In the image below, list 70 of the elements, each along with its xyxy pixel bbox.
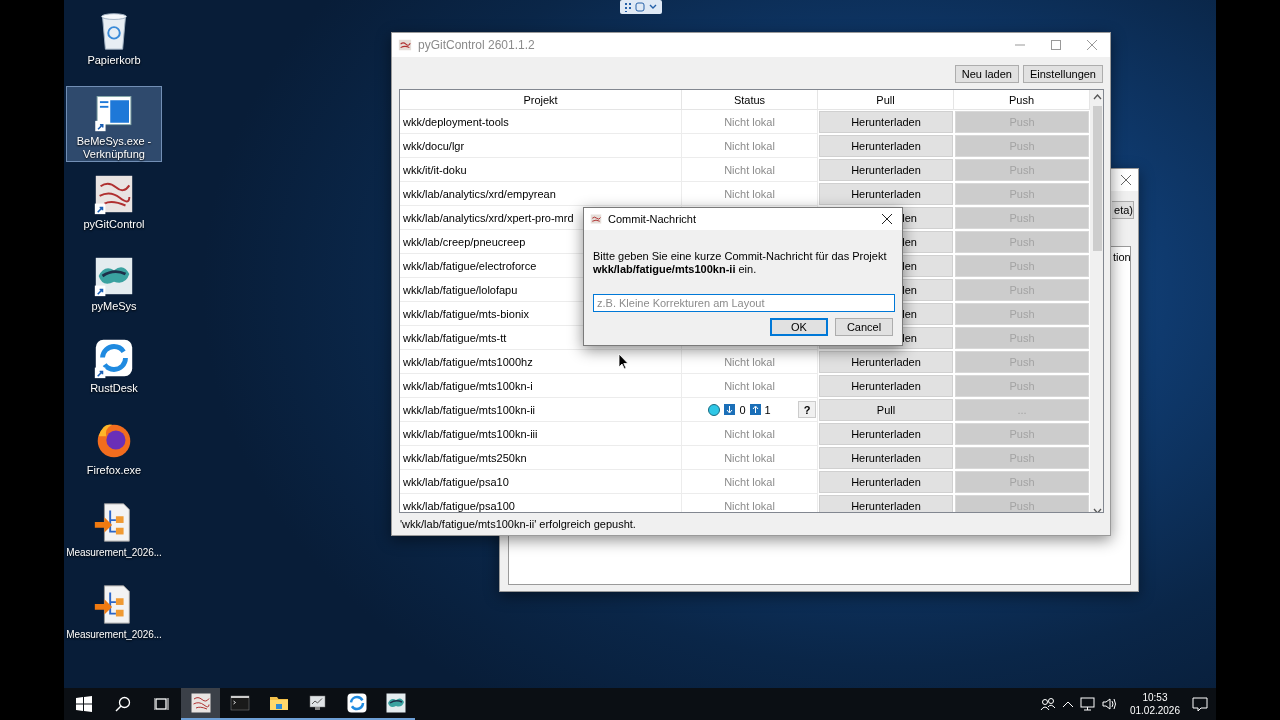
column-header[interactable]: Status xyxy=(682,90,818,110)
scrollbar-thumb[interactable] xyxy=(1093,106,1102,251)
project-name: wkk/lab/fatigue/mts100kn-ii xyxy=(400,398,682,422)
dialog-button[interactable]: OK xyxy=(770,318,828,336)
ring-app-icon[interactable] xyxy=(344,691,369,715)
download-button[interactable]: Herunterladen xyxy=(819,495,953,512)
column-header[interactable]: Projekt xyxy=(400,90,682,110)
upload-icon xyxy=(749,404,761,415)
download-button[interactable]: Herunterladen xyxy=(819,423,953,445)
dialog-button[interactable]: Cancel xyxy=(835,318,893,336)
app-icon xyxy=(590,213,602,225)
status-dot-icon xyxy=(708,403,721,416)
icon-label[interactable]: Papierkorb xyxy=(87,54,141,67)
project-name: wkk/docu/lgr xyxy=(400,134,682,158)
icon-label[interactable]: Firefox.exe xyxy=(86,464,142,477)
toolbar-button[interactable]: Einstellungen xyxy=(1022,65,1103,83)
icon-label[interactable]: Measurement_2026... xyxy=(66,546,162,559)
partial-button[interactable]: eta) xyxy=(1112,201,1134,219)
help-button[interactable]: ? xyxy=(798,401,816,418)
icon-label[interactable]: pyMeSys xyxy=(91,300,137,313)
download-button[interactable]: Herunterladen xyxy=(819,159,953,181)
commit-message-field[interactable]: z.B. Kleine Korrekturen am Layout xyxy=(593,294,895,312)
project-name: wkk/lab/fatigue/mts100kn-iii xyxy=(400,422,682,446)
project-name: wkk/lab/analytics/xrd/empyrean xyxy=(400,182,682,206)
icon-label[interactable]: RustDesk xyxy=(90,382,138,395)
network-icon[interactable] xyxy=(1079,697,1096,711)
chevron-up-icon[interactable] xyxy=(1061,699,1074,709)
project-name: wkk/it/it-doku xyxy=(400,158,682,182)
project-name: wkk/lab/fatigue/psa100 xyxy=(400,494,682,512)
table-cell: Nicht lokal xyxy=(682,374,818,398)
download-button[interactable]: Herunterladen xyxy=(819,351,953,373)
download-button[interactable]: Herunterladen xyxy=(819,375,953,397)
window-title: pyGitControl 2601.1.2 xyxy=(418,38,536,52)
clock-time[interactable]: 10:53 xyxy=(1142,691,1168,704)
mouse-cursor-icon xyxy=(618,353,629,370)
pull-button[interactable]: Pull xyxy=(819,399,953,421)
table-cell: Nicht lokal xyxy=(682,470,818,494)
icon-label[interactable]: pyGitControl xyxy=(83,218,145,231)
download-button[interactable]: Herunterladen xyxy=(819,135,953,157)
table-cell: Nicht lokal xyxy=(682,182,818,206)
status-message: 'wkk/lab/fatigue/mts100kn-ii' erfolgreich gepusht. xyxy=(399,517,637,532)
table-cell: Nicht lokal xyxy=(682,494,818,512)
table-cell: Nicht lokal xyxy=(682,422,818,446)
people-icon[interactable] xyxy=(1039,697,1056,711)
download-button[interactable]: Herunterladen xyxy=(819,447,953,469)
ahead-count: 1 xyxy=(764,403,771,416)
volume-icon[interactable] xyxy=(1101,697,1118,711)
table-cell: Nicht lokal xyxy=(682,134,818,158)
clock-date[interactable]: 01.02.2026 xyxy=(1129,704,1180,717)
download-button[interactable]: Herunterladen xyxy=(819,471,953,493)
close-icon[interactable] xyxy=(1120,174,1132,186)
notification-icon[interactable] xyxy=(1192,696,1208,712)
column-header[interactable]: Pull xyxy=(818,90,954,110)
app-icon xyxy=(398,38,412,52)
project-name: wkk/lab/fatigue/mts100kn-i xyxy=(400,374,682,398)
project-name: wkk/deployment-tools xyxy=(400,110,682,134)
toolbar-button[interactable]: Neu laden xyxy=(954,65,1019,83)
partial-label: tion xyxy=(1113,251,1131,263)
download-button[interactable]: Herunterladen xyxy=(819,183,953,205)
table-cell: Nicht lokal xyxy=(682,350,818,374)
download-button[interactable]: Herunterladen xyxy=(819,111,953,133)
table-cell: Nicht lokal xyxy=(682,158,818,182)
project-name: wkk/lab/fatigue/psa10 xyxy=(400,470,682,494)
remote-toolbar-icon[interactable] xyxy=(620,0,662,14)
table-cell: Nicht lokal xyxy=(682,110,818,134)
behind-count: 0 xyxy=(739,403,746,416)
download-icon xyxy=(724,404,736,415)
project-name: wkk/lab/fatigue/mts250kn xyxy=(400,446,682,470)
icon-label[interactable]: Measurement_2026... xyxy=(66,628,162,641)
table-cell: Nicht lokal xyxy=(682,446,818,470)
